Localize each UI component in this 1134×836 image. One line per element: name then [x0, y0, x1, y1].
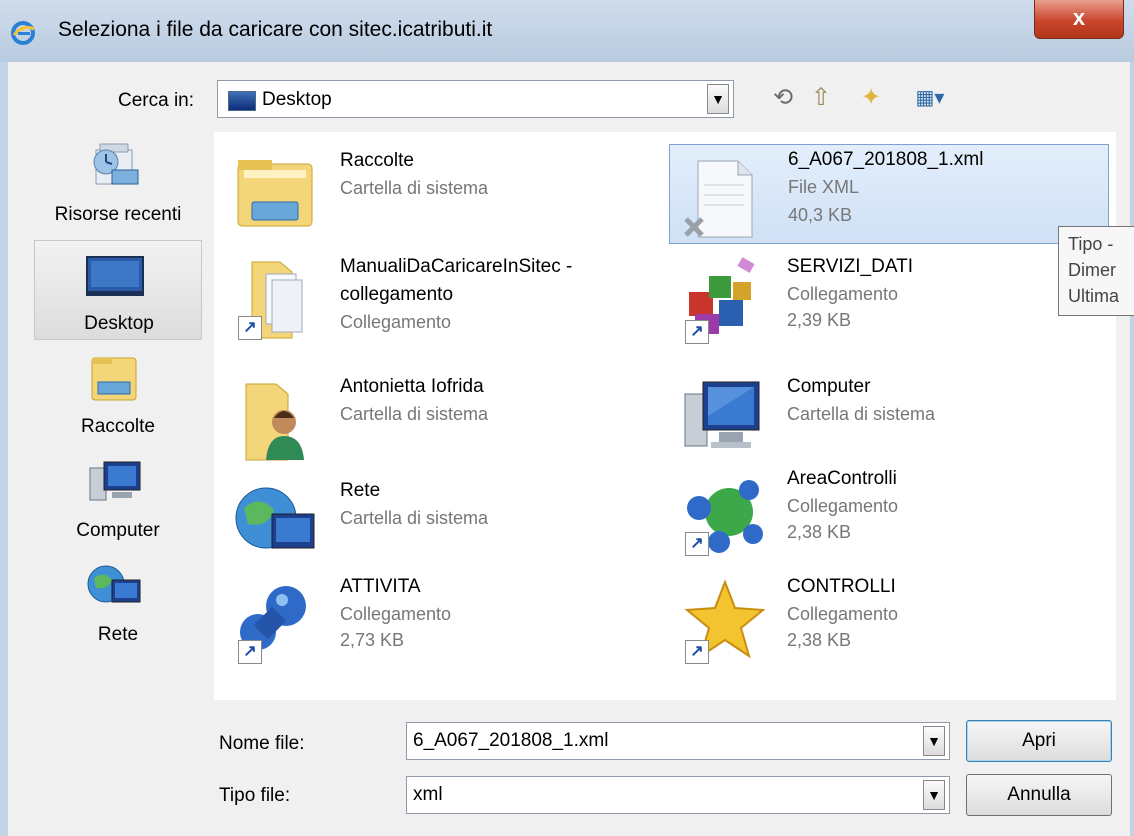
file-item-controlli[interactable]: ↗ CONTROLLI Collegamento 2,38 KB — [669, 566, 1109, 666]
file-item-manuali[interactable]: ↗ ManualiDaCaricareInSitec - collegament… — [222, 246, 662, 346]
tooltip-line: Ultima — [1068, 286, 1120, 306]
file-item-servizi-dati[interactable]: ↗ SERVIZI_DATI Collegamento 2,39 KB — [669, 246, 1109, 346]
close-button[interactable]: x — [1034, 0, 1124, 39]
file-name: AreaControlli — [787, 468, 897, 489]
file-item-raccolte[interactable]: Raccolte Cartella di sistema — [222, 140, 662, 240]
file-type: Collegamento — [787, 604, 899, 624]
tooltip-line: Tipo - — [1068, 234, 1114, 254]
filetype-select[interactable]: xml ▼ — [406, 776, 950, 814]
title-bar[interactable]: Seleziona i file da caricare con sitec.i… — [0, 0, 1134, 62]
tooltip-line: Dimer — [1068, 260, 1116, 280]
place-computer[interactable]: Computer — [34, 448, 202, 548]
file-type: Collegamento — [340, 312, 452, 332]
place-label: Computer — [76, 520, 160, 541]
file-item-xml[interactable]: 6_A067_201808_1.xml File XML 40,3 KB — [669, 144, 1109, 244]
file-name-line2: collegamento — [340, 284, 454, 305]
lookin-dropdown-button[interactable]: ▼ — [707, 84, 729, 114]
file-item-areacontrolli[interactable]: ↗ AreaControlli Collegamento 2,38 KB — [669, 458, 1109, 558]
file-type: Collegamento — [787, 284, 899, 304]
file-type: Cartella di sistema — [340, 508, 489, 528]
file-name: 6_A067_201808_1.xml — [788, 149, 984, 170]
file-type: File XML — [788, 177, 860, 197]
filename-dropdown-button[interactable]: ▼ — [923, 726, 945, 756]
view-menu-icon[interactable]: ▦▾ — [906, 82, 954, 114]
place-label: Risorse recenti — [54, 204, 182, 225]
shortcut-arrow-icon: ↗ — [685, 532, 709, 556]
lookin-label: Cerca in: — [118, 90, 195, 111]
file-item-rete[interactable]: Rete Cartella di sistema — [222, 470, 662, 570]
libraries-folder-icon — [237, 160, 313, 227]
file-info-tooltip: Tipo - Dimer Ultima — [1058, 226, 1134, 316]
network-icon — [87, 565, 141, 603]
place-recent[interactable]: Risorse recenti — [34, 132, 202, 232]
file-type: Collegamento — [787, 496, 899, 516]
place-label: Rete — [97, 624, 139, 645]
filename-value: 6_A067_201808_1.xml — [413, 730, 609, 751]
file-name: ManualiDaCaricareInSitec - — [340, 256, 573, 277]
filename-label: Nome file: — [219, 733, 305, 754]
lookin-combobox[interactable]: Desktop ▼ — [217, 80, 734, 118]
file-name: CONTROLLI — [787, 576, 896, 597]
computer-icon — [684, 381, 760, 448]
up-folder-icon[interactable]: ⇧ — [806, 82, 836, 114]
file-type: Cartella di sistema — [340, 404, 489, 424]
window-frame-right — [1130, 62, 1134, 836]
recent-places-icon — [93, 143, 139, 185]
file-type: Collegamento — [340, 604, 452, 624]
file-size: 2,38 KB — [787, 522, 852, 542]
shortcut-arrow-icon: ↗ — [238, 640, 262, 664]
place-network[interactable]: Rete — [34, 552, 202, 652]
file-name: Raccolte — [340, 150, 414, 171]
file-type: Cartella di sistema — [787, 404, 936, 424]
window-frame-left — [0, 62, 8, 836]
desktop-icon — [86, 256, 144, 296]
file-name: Rete — [340, 480, 381, 501]
filetype-label: Tipo file: — [219, 785, 291, 806]
new-folder-icon[interactable]: ✦ — [854, 82, 888, 114]
shortcut-arrow-icon: ↗ — [238, 316, 262, 340]
open-button[interactable]: Apri — [966, 720, 1112, 762]
file-list-pane[interactable]: Raccolte Cartella di sistema 6_A067_2018… — [214, 132, 1116, 700]
place-label: Raccolte — [81, 416, 155, 437]
filetype-value: xml — [413, 784, 443, 805]
place-libraries[interactable]: Raccolte — [34, 344, 202, 444]
place-label: Desktop — [84, 313, 154, 334]
cancel-button[interactable]: Annulla — [966, 774, 1112, 816]
network-globe-icon — [235, 487, 315, 549]
file-size: 2,39 KB — [787, 310, 852, 330]
lookin-value: Desktop — [262, 89, 332, 110]
computer-icon — [89, 461, 141, 501]
file-open-dialog: Seleziona i file da caricare con sitec.i… — [0, 0, 1134, 836]
filename-input[interactable]: 6_A067_201808_1.xml ▼ — [406, 722, 950, 760]
user-folder-icon — [245, 383, 304, 461]
file-name: Computer — [787, 376, 871, 397]
window-title: Seleziona i file da caricare con sitec.i… — [58, 18, 493, 41]
shortcut-arrow-icon: ↗ — [685, 320, 709, 344]
back-icon[interactable]: ⟲ — [768, 82, 798, 114]
file-size: 2,38 KB — [787, 630, 852, 650]
places-bar: Risorse recenti Desktop Raccolte Compute… — [34, 132, 202, 652]
place-desktop[interactable]: Desktop — [34, 240, 202, 340]
file-size: 40,3 KB — [788, 205, 853, 225]
file-name: Antonietta Iofrida — [340, 376, 484, 397]
file-name: ATTIVITA — [340, 576, 421, 597]
desktop-icon — [228, 91, 256, 111]
internet-explorer-icon — [11, 21, 35, 45]
shortcut-arrow-icon: ↗ — [685, 640, 709, 664]
filetype-dropdown-button[interactable]: ▼ — [923, 780, 945, 810]
file-size: 2,73 KB — [340, 630, 405, 650]
file-item-attivita[interactable]: ↗ ATTIVITA Collegamento 2,73 KB — [222, 566, 662, 666]
file-item-computer[interactable]: Computer Cartella di sistema — [669, 366, 1109, 466]
file-item-antonietta[interactable]: Antonietta Iofrida Cartella di sistema — [222, 366, 662, 466]
libraries-icon — [91, 357, 137, 401]
file-name: SERVIZI_DATI — [787, 256, 913, 277]
xml-file-icon — [684, 160, 753, 238]
file-type: Cartella di sistema — [340, 178, 489, 198]
